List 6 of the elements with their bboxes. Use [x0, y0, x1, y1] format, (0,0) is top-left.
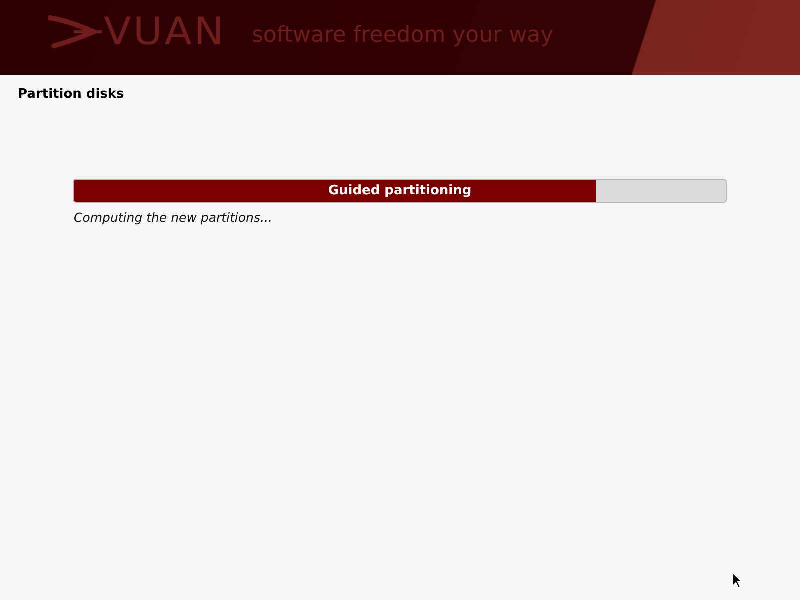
progress-label: Guided partitioning [328, 184, 472, 198]
page-title: Partition disks [18, 87, 126, 102]
mouse-cursor-icon [732, 572, 743, 589]
logo: VUAN [104, 12, 226, 50]
status-text: Computing the new partitions... [74, 210, 274, 225]
tagline: software freedom your way [252, 23, 554, 48]
